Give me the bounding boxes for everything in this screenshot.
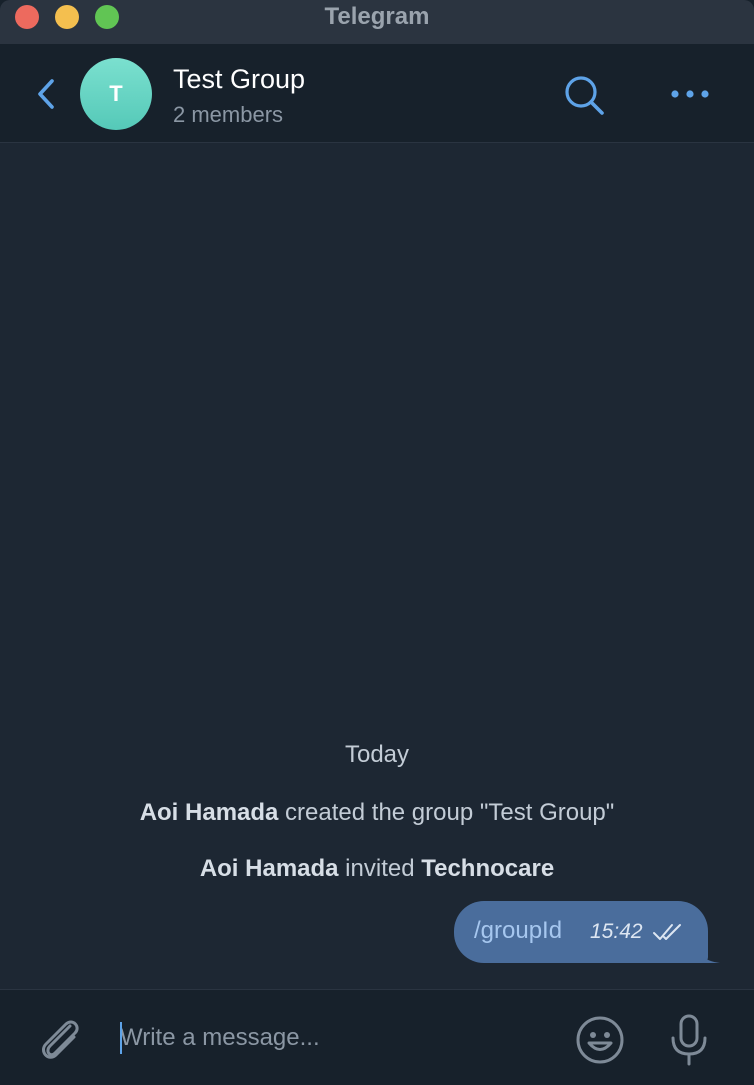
- message-input[interactable]: [118, 1018, 540, 1058]
- service-text: invited: [338, 855, 422, 882]
- back-chevron-icon: [38, 79, 54, 109]
- more-dots-icon: [671, 90, 709, 98]
- message-list[interactable]: Today Aoi Hamada created the group "Test…: [0, 143, 754, 989]
- outgoing-message-bubble[interactable]: /groupId 15:42: [454, 901, 708, 963]
- paperclip-icon: [42, 1020, 79, 1059]
- service-message-invited: Aoi Hamada invited Technocare: [0, 855, 754, 883]
- microphone-icon: [671, 1014, 707, 1066]
- voice-message-button[interactable]: [666, 1012, 712, 1068]
- service-actor[interactable]: Aoi Hamada: [200, 855, 339, 882]
- service-actor[interactable]: Aoi Hamada: [140, 799, 279, 826]
- double-check-icon: [653, 924, 681, 940]
- message-composer: [0, 989, 754, 1085]
- message-text[interactable]: /groupId: [474, 917, 562, 945]
- window-title: Telegram: [324, 3, 430, 30]
- telegram-window: Telegram T Test Group 2 members Today Ao…: [0, 0, 754, 1085]
- group-avatar[interactable]: T: [80, 58, 152, 130]
- attach-button[interactable]: [36, 1012, 86, 1066]
- emoji-button[interactable]: [574, 1014, 626, 1066]
- chat-header: T Test Group 2 members: [0, 44, 754, 143]
- service-message-created: Aoi Hamada created the group "Test Group…: [0, 799, 754, 827]
- service-text: created the group "Test Group": [278, 799, 615, 826]
- more-options-button[interactable]: [666, 78, 714, 110]
- title-bar: Telegram: [0, 0, 754, 44]
- message-time: 15:42: [590, 920, 643, 943]
- service-target[interactable]: Technocare: [421, 855, 554, 882]
- date-separator: Today: [344, 741, 410, 768]
- member-count[interactable]: 2 members: [173, 102, 283, 128]
- search-button[interactable]: [560, 72, 608, 120]
- search-icon: [565, 76, 604, 115]
- emoji-smile-icon: [576, 1016, 624, 1064]
- text-caret: [120, 1022, 122, 1054]
- back-button[interactable]: [34, 76, 64, 112]
- chat-title[interactable]: Test Group: [173, 64, 305, 95]
